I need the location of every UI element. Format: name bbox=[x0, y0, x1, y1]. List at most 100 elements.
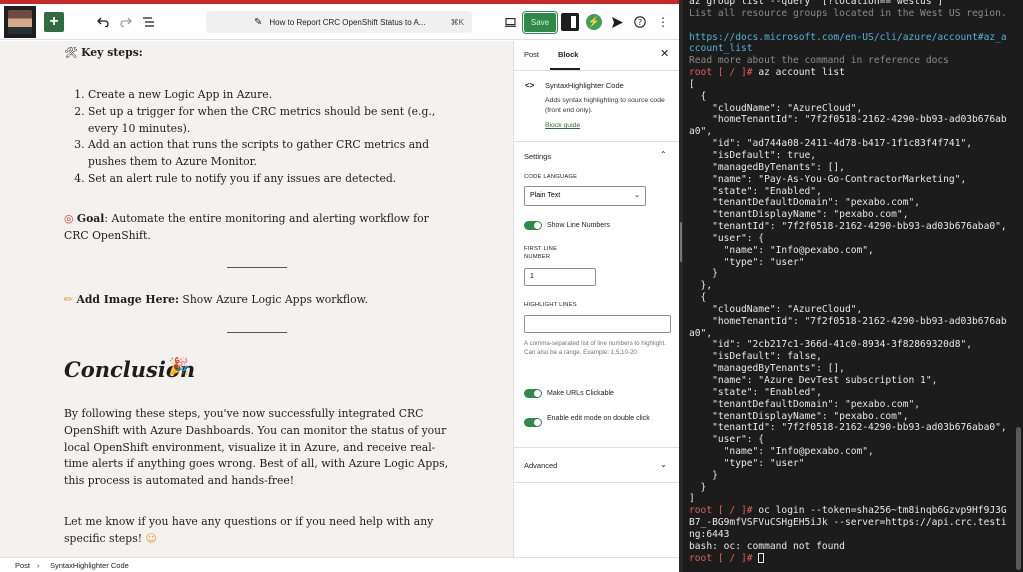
breadcrumb-post[interactable]: Post bbox=[15, 561, 30, 570]
svg-text:?: ? bbox=[638, 18, 642, 27]
list-item[interactable]: Set an alert rule to notify you if any i… bbox=[88, 171, 449, 188]
terminal-text: "type": "user" bbox=[689, 457, 805, 469]
terminal-text: a0", bbox=[689, 327, 713, 339]
terminal-output: az group list --query "[?location=='west… bbox=[689, 0, 1007, 565]
command-shortcut: ⌘K bbox=[450, 17, 464, 27]
terminal-pane[interactable]: az group list --query "[?location=='west… bbox=[683, 0, 1023, 572]
terminal-text: "cloudName": "AzureCloud", bbox=[689, 303, 863, 315]
edit-mode-double-click-toggle[interactable] bbox=[524, 418, 542, 427]
list-item[interactable]: Create a new Logic App in Azure. bbox=[88, 87, 449, 104]
send-icon[interactable] bbox=[609, 13, 625, 31]
divider bbox=[514, 447, 679, 448]
terminal-text: }, bbox=[689, 280, 713, 292]
block-guide-link[interactable]: Block guide bbox=[545, 122, 580, 129]
terminal-text: } bbox=[689, 469, 718, 481]
separator bbox=[227, 267, 287, 268]
terminal-line: root [ / ]# oc login --token=sha256~tm8i… bbox=[689, 505, 1007, 517]
add-image-paragraph[interactable]: ✏ Add Image Here: Show Azure Logic Apps … bbox=[64, 292, 449, 309]
redo-icon[interactable] bbox=[117, 12, 135, 32]
list-item[interactable]: Add an action that runs the scripts to g… bbox=[88, 137, 449, 171]
close-icon[interactable]: ✕ bbox=[660, 47, 669, 60]
document-title-bar[interactable]: ✎ How to Report CRC OpenShift Status to … bbox=[206, 11, 472, 33]
tab-post[interactable]: Post bbox=[524, 50, 539, 59]
block-editor: + ✎ How to Report CRC OpenShift Status t… bbox=[0, 0, 679, 572]
terminal-line: }, bbox=[689, 280, 1007, 292]
feather-icon: ✎ bbox=[254, 16, 263, 28]
terminal-text: "managedByTenants": [], bbox=[689, 363, 845, 375]
terminal-line: "name": "Info@pexabo.com", bbox=[689, 245, 1007, 257]
terminal-text: "tenantDefaultDomain": "pexabo.com", bbox=[689, 398, 921, 410]
terminal-line: "user": { bbox=[689, 233, 1007, 245]
terminal-line: "tenantId": "7f2f0518-2162-4290-bb93-ad0… bbox=[689, 422, 1007, 434]
terminal-line: ] bbox=[689, 493, 1007, 505]
terminal-text: "state": "Enabled", bbox=[689, 386, 822, 398]
make-urls-clickable-toggle[interactable] bbox=[524, 389, 542, 398]
terminal-scrollbar[interactable] bbox=[1016, 427, 1021, 570]
chevron-up-icon[interactable]: ⌃ bbox=[660, 150, 667, 159]
add-block-button[interactable]: + bbox=[44, 12, 64, 32]
terminal-line: } bbox=[689, 482, 1007, 494]
terminal-text: "name": "Pay-As-You-Go-ContractorMarketi… bbox=[689, 173, 967, 185]
terminal-line: root [ / ]# az account list bbox=[689, 67, 1007, 79]
terminal-text: } bbox=[689, 268, 718, 280]
terminal-line: "homeTenantId": "7f2f0518-2162-4290-bb93… bbox=[689, 316, 1007, 328]
terminal-line: } bbox=[689, 268, 1007, 280]
terminal-line: "homeTenantId": "7f2f0518-2162-4290-bb93… bbox=[689, 114, 1007, 126]
options-icon[interactable]: ⋮ bbox=[656, 13, 670, 31]
preview-desktop-icon[interactable] bbox=[502, 13, 518, 31]
show-line-numbers-toggle[interactable] bbox=[524, 221, 542, 230]
conclusion-paragraph[interactable]: By following these steps, you've now suc… bbox=[64, 406, 449, 490]
closing-paragraph[interactable]: Let me know if you have any questions or… bbox=[64, 514, 449, 548]
terminal-text: ] bbox=[689, 493, 695, 505]
terminal-line: "cloudName": "AzureCloud", bbox=[689, 103, 1007, 115]
undo-icon[interactable] bbox=[94, 12, 112, 32]
first-line-number-input[interactable]: 1 bbox=[524, 268, 596, 286]
terminal-text: "managedByTenants": [], bbox=[689, 161, 845, 173]
terminal-text: "homeTenantId": "7f2f0518-2162-4290-bb93… bbox=[689, 114, 1007, 126]
post-content: 🛠 Key steps: Create a new Logic App in A… bbox=[0, 41, 513, 557]
resize-handle[interactable] bbox=[680, 222, 682, 262]
terminal-text: "state": "Enabled", bbox=[689, 185, 822, 197]
goal-paragraph[interactable]: ◎ Goal: Automate the entire monitoring a… bbox=[64, 211, 449, 245]
site-avatar-icon[interactable] bbox=[4, 6, 36, 38]
breadcrumb-block[interactable]: SyntaxHighlighter Code bbox=[50, 561, 129, 570]
code-language-select[interactable]: Plain Text ⌄ bbox=[524, 186, 646, 206]
chevron-down-icon[interactable]: ⌄ bbox=[660, 460, 667, 469]
terminal-line: "type": "user" bbox=[689, 458, 1007, 470]
terminal-cursor bbox=[758, 552, 765, 563]
document-title: How to Report CRC OpenShift Status to A.… bbox=[269, 17, 426, 27]
list-item[interactable]: Set up a trigger for when the CRC metric… bbox=[88, 104, 449, 138]
divider bbox=[514, 482, 679, 483]
highlight-lines-input[interactable] bbox=[524, 315, 671, 333]
terminal-line: "name": "Azure DevTest subscription 1", bbox=[689, 375, 1007, 387]
terminal-text: "user": { bbox=[689, 232, 765, 244]
terminal-text: "id": "2cb217c1-366d-41c0-8934-3f8286932… bbox=[689, 339, 973, 351]
party-popper-icon: 🎉 bbox=[168, 357, 190, 377]
jetpack-icon[interactable]: ⚡ bbox=[586, 14, 602, 30]
help-icon[interactable]: ? bbox=[632, 13, 648, 31]
terminal-text: az group list --query "[?location=='west… bbox=[689, 0, 949, 7]
terminal-line: "isDefault": false, bbox=[689, 351, 1007, 363]
terminal-line: Read more about the command in reference… bbox=[689, 55, 1007, 67]
key-steps-list: Create a new Logic App in Azure. Set up … bbox=[64, 87, 449, 188]
shell-prompt: root [ / ]# bbox=[689, 552, 753, 564]
document-overview-icon[interactable] bbox=[140, 12, 158, 32]
settings-panel-icon[interactable] bbox=[561, 13, 579, 31]
shell-prompt: root [ / ]# bbox=[689, 505, 753, 517]
save-button[interactable]: Save bbox=[522, 11, 558, 34]
divider bbox=[514, 141, 679, 142]
terminal-line: "tenantId": "7f2f0518-2162-4290-bb93-ad0… bbox=[689, 221, 1007, 233]
terminal-text: "tenantId": "7f2f0518-2162-4290-bb93-ad0… bbox=[689, 221, 1007, 233]
make-urls-clickable-label: Make URLs Clickable bbox=[547, 390, 614, 397]
terminal-text: "id": "ad744a08-2411-4d78-b417-1f1c83f4f… bbox=[689, 138, 973, 150]
terminal-line: "state": "Enabled", bbox=[689, 186, 1007, 198]
separator bbox=[227, 332, 287, 333]
settings-panel-toggle[interactable]: Settings bbox=[524, 152, 551, 161]
tab-block[interactable]: Block bbox=[558, 50, 578, 59]
advanced-panel-toggle[interactable]: Advanced bbox=[524, 461, 557, 470]
terminal-line: List all resource groups located in the … bbox=[689, 8, 1007, 20]
terminal-line: "tenantDisplayName": "pexabo.com", bbox=[689, 209, 1007, 221]
terminal-text: a0", bbox=[689, 126, 713, 138]
terminal-text: "user": { bbox=[689, 434, 765, 446]
